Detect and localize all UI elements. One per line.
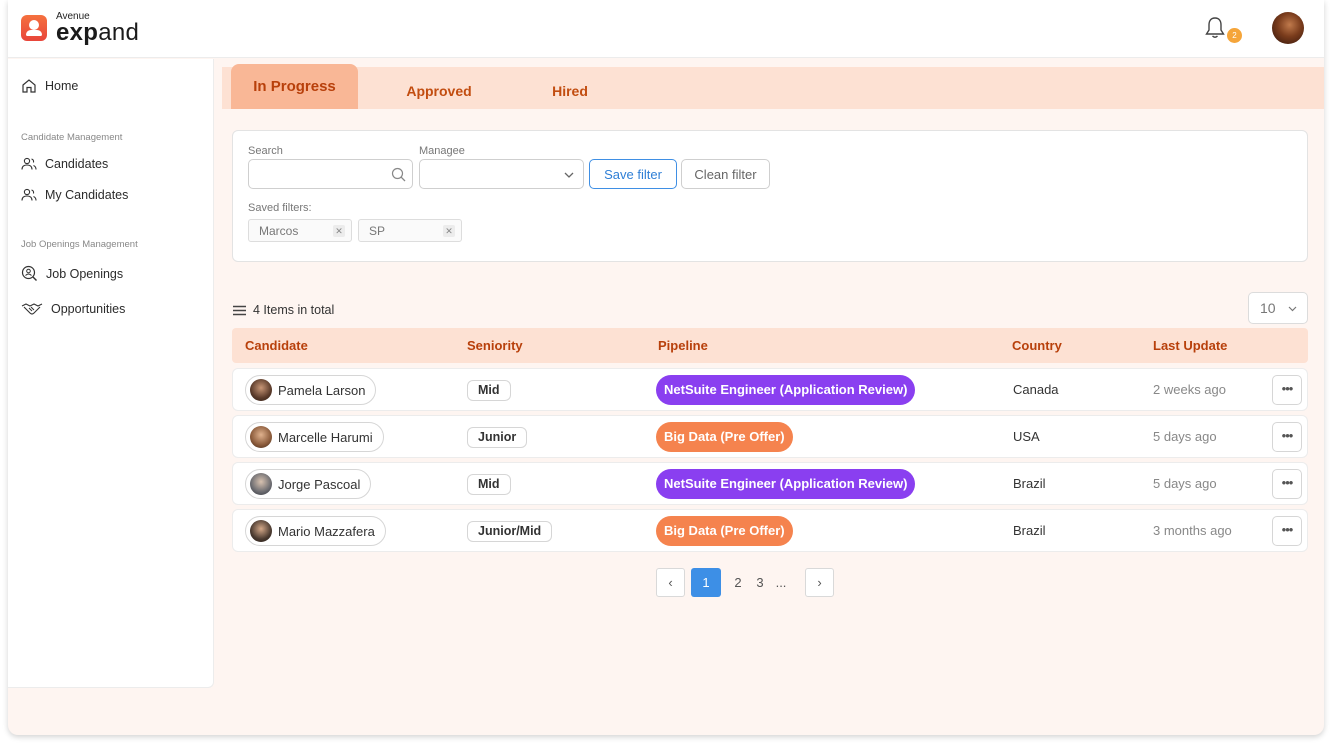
search-person-icon: [21, 265, 37, 281]
table-row[interactable]: Mario Mazzafera Junior/Mid Big Data (Pre…: [232, 509, 1308, 552]
page-3[interactable]: 3: [749, 568, 771, 597]
managee-label: Managee: [419, 145, 465, 157]
sidebar-item-label: Candidates: [45, 157, 109, 171]
country-text: Brazil: [1013, 476, 1046, 491]
list-icon: [233, 305, 246, 315]
country-text: Brazil: [1013, 523, 1046, 538]
avatar: [250, 520, 272, 542]
users-icon: [21, 157, 37, 170]
avatar: [250, 379, 272, 401]
last-update-text: 5 days ago: [1153, 476, 1217, 491]
app-window: Avenue expand 2 Home Candidate Managemen…: [8, 0, 1324, 735]
managee-select[interactable]: [419, 159, 584, 189]
saved-filter-chip[interactable]: SP ✕: [358, 219, 462, 242]
candidate-chip[interactable]: Jorge Pascoal: [245, 469, 372, 499]
pipeline-badge[interactable]: NetSuite Engineer (Application Review): [656, 469, 916, 499]
more-options-button[interactable]: •••: [1272, 469, 1302, 499]
sidebar: Home Candidate Management Candidates My …: [8, 59, 214, 688]
last-update-text: 3 months ago: [1153, 523, 1232, 538]
next-page-button[interactable]: ›: [805, 568, 834, 597]
page-ellipsis[interactable]: ...: [771, 568, 791, 597]
candidate-chip[interactable]: Marcelle Harumi: [245, 422, 384, 452]
tab-approved[interactable]: Approved: [392, 67, 486, 109]
more-options-button[interactable]: •••: [1272, 422, 1302, 452]
filter-panel: Search Managee Save filter Clean filter …: [232, 130, 1308, 262]
seniority-badge: Junior/Mid: [467, 521, 553, 542]
home-icon: [22, 79, 36, 93]
last-update-text: 5 days ago: [1153, 429, 1217, 444]
section-candidate-management: Candidate Management: [21, 132, 123, 143]
chevron-down-icon: [1288, 306, 1297, 312]
prev-page-button[interactable]: ‹: [656, 568, 685, 597]
sidebar-item-label: Opportunities: [51, 302, 126, 316]
section-job-openings-management: Job Openings Management: [21, 239, 138, 250]
seniority-badge: Junior: [467, 427, 528, 448]
table-row[interactable]: Jorge Pascoal Mid NetSuite Engineer (App…: [232, 462, 1308, 505]
sidebar-item-label: Job Openings: [46, 266, 124, 281]
user-avatar[interactable]: [1272, 12, 1304, 44]
items-total: 4 Items in total: [233, 303, 334, 317]
sidebar-item-label: Home: [45, 79, 79, 93]
more-options-button[interactable]: •••: [1272, 375, 1302, 405]
candidate-chip[interactable]: Mario Mazzafera: [245, 516, 386, 546]
page-current[interactable]: 1: [691, 568, 721, 597]
handshake-icon: [21, 303, 43, 315]
bell-icon[interactable]: [1204, 16, 1226, 40]
column-header[interactable]: Candidate: [245, 338, 308, 353]
users-icon: [21, 188, 37, 201]
column-header[interactable]: Seniority: [467, 338, 523, 353]
search-label: Search: [248, 145, 283, 157]
column-header[interactable]: Pipeline: [658, 338, 708, 353]
country-text: Canada: [1013, 382, 1059, 397]
sidebar-item-label: My Candidates: [45, 188, 129, 202]
top-bar: Avenue expand 2: [8, 0, 1324, 58]
pipeline-badge[interactable]: Big Data (Pre Offer): [656, 422, 793, 452]
last-update-text: 2 weeks ago: [1153, 382, 1226, 397]
pipeline-badge[interactable]: NetSuite Engineer (Application Review): [656, 375, 916, 405]
avatar: [250, 473, 272, 495]
candidate-chip[interactable]: Pamela Larson: [245, 375, 377, 405]
avatar: [250, 426, 272, 448]
seniority-badge: Mid: [467, 380, 511, 401]
more-options-button[interactable]: •••: [1272, 516, 1302, 546]
close-icon[interactable]: ✕: [443, 225, 455, 237]
table-row[interactable]: Marcelle Harumi Junior Big Data (Pre Off…: [232, 415, 1308, 458]
clean-filter-button[interactable]: Clean filter: [681, 159, 770, 189]
pipeline-badge[interactable]: Big Data (Pre Offer): [656, 516, 793, 546]
logo-icon: [21, 15, 47, 41]
notification-badge: 2: [1227, 28, 1242, 43]
sidebar-item-candidates[interactable]: Candidates: [21, 157, 108, 171]
save-filter-button[interactable]: Save filter: [589, 159, 677, 189]
search-input[interactable]: [248, 159, 413, 189]
tab-hired[interactable]: Hired: [528, 67, 612, 109]
seniority-badge: Mid: [467, 474, 511, 495]
chevron-down-icon: [564, 172, 574, 178]
tab-in-progress[interactable]: In Progress: [231, 64, 358, 109]
sidebar-item-home[interactable]: Home: [21, 78, 78, 94]
page-size-select[interactable]: 10: [1248, 292, 1308, 324]
sidebar-item-job-openings[interactable]: Job Openings: [21, 265, 123, 282]
sidebar-item-my-candidates[interactable]: My Candidates: [21, 188, 128, 202]
status-tabs: In Progress Approved Hired: [222, 64, 1324, 109]
column-header[interactable]: Country: [1012, 338, 1062, 353]
search-icon: [391, 167, 406, 182]
close-icon[interactable]: ✕: [333, 225, 345, 237]
saved-filters-label: Saved filters:: [248, 202, 312, 214]
saved-filter-chip[interactable]: Marcos ✕: [248, 219, 352, 242]
page-2[interactable]: 2: [727, 568, 749, 597]
column-header[interactable]: Last Update: [1153, 338, 1227, 353]
table-header: Candidate Seniority Pipeline Country Las…: [232, 328, 1308, 363]
brand-logo[interactable]: Avenue expand: [21, 10, 139, 46]
sidebar-item-opportunities[interactable]: Opportunities: [21, 302, 125, 316]
country-text: USA: [1013, 429, 1040, 444]
table-row[interactable]: Pamela Larson Mid NetSuite Engineer (App…: [232, 368, 1308, 411]
logo-bottom-text: expand: [56, 18, 140, 46]
